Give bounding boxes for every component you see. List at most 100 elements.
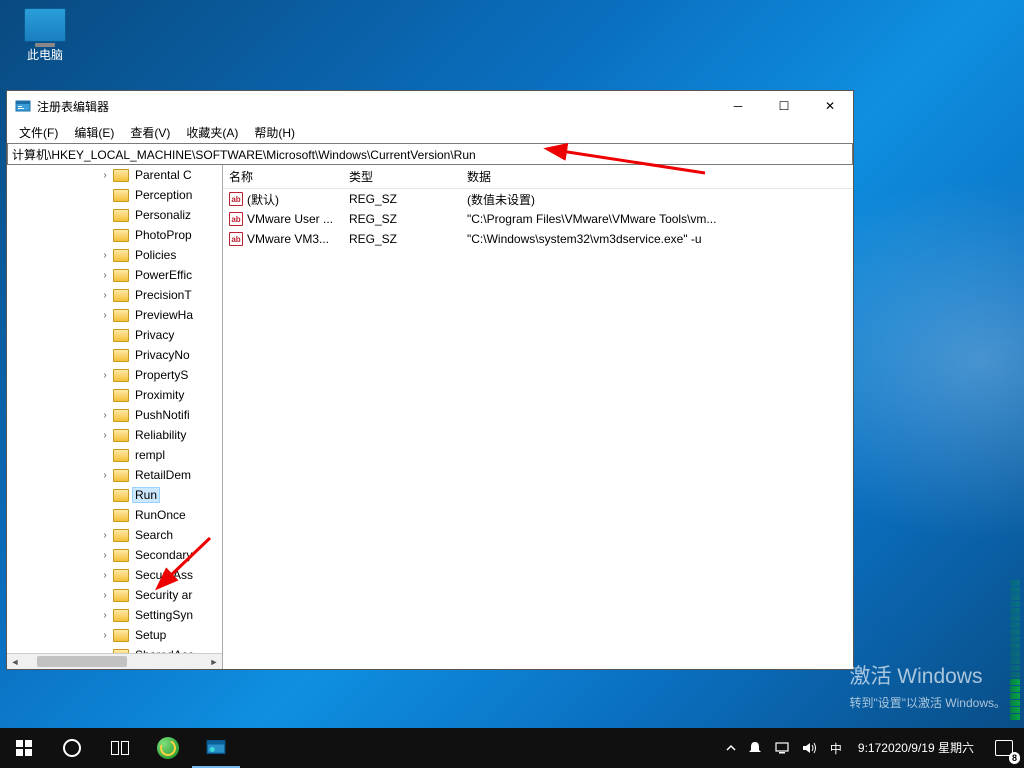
clock-date: 2020/9/19 星期六	[881, 741, 974, 756]
tree-item-label: Policies	[133, 248, 178, 262]
folder-icon	[113, 469, 129, 482]
tree-item-propertys[interactable]: ›PropertyS	[7, 365, 222, 385]
tree-item-run[interactable]: Run	[7, 485, 222, 505]
taskbar-app-regedit[interactable]	[192, 728, 240, 768]
titlebar[interactable]: 注册表编辑器 ─ ☐ ✕	[7, 91, 853, 121]
tree-item-rempl[interactable]: rempl	[7, 445, 222, 465]
tree-item-label: Perception	[133, 188, 194, 202]
expander-icon[interactable]: ›	[99, 290, 111, 301]
scroll-thumb[interactable]	[37, 656, 127, 667]
tree-item-setup[interactable]: ›Setup	[7, 625, 222, 645]
tree-item-secureass[interactable]: ›SecureAss	[7, 565, 222, 585]
content-area: ›Parental C Perception Personaliz PhotoProp…	[7, 165, 853, 669]
tree-item-perception[interactable]: Perception	[7, 185, 222, 205]
tree-item-personaliz[interactable]: Personaliz	[7, 205, 222, 225]
start-button[interactable]	[0, 728, 48, 768]
string-value-icon: ab	[229, 212, 243, 226]
tree-item-search[interactable]: ›Search	[7, 525, 222, 545]
menu-edit[interactable]: 编辑(E)	[66, 122, 122, 143]
tray-ime-indicator[interactable]: 中	[824, 728, 848, 768]
expander-icon[interactable]: ›	[99, 590, 111, 601]
tree-item-label: PhotoProp	[133, 228, 194, 242]
value-name-cell: abVMware User ...	[223, 212, 343, 226]
column-header-data[interactable]: 数据	[461, 168, 853, 185]
tray-overflow-button[interactable]	[720, 728, 742, 768]
action-center-button[interactable]: 8	[984, 728, 1024, 768]
folder-icon	[113, 429, 129, 442]
tree-item-sharedacc[interactable]: ›SharedAcc	[7, 645, 222, 653]
tree-item-secondary[interactable]: ›Secondary	[7, 545, 222, 565]
address-text: 计算机\HKEY_LOCAL_MACHINE\SOFTWARE\Microsof…	[12, 146, 476, 163]
tree-item-powereffic[interactable]: ›PowerEffic	[7, 265, 222, 285]
scroll-left-arrow[interactable]: ◄	[7, 654, 23, 669]
folder-icon	[113, 509, 129, 522]
desktop-icon-this-pc[interactable]: 此电脑	[10, 8, 80, 63]
tree-item-policies[interactable]: › Policies	[7, 245, 222, 265]
desktop-icon-label: 此电脑	[10, 46, 80, 63]
tray-notifications-icon[interactable]	[742, 728, 768, 768]
tray-clock[interactable]: 9:17 2020/9/19 星期六	[848, 728, 984, 768]
menu-file[interactable]: 文件(F)	[11, 122, 66, 143]
tray-network-icon[interactable]	[768, 728, 796, 768]
tree-item-precisiont[interactable]: ›PrecisionT	[7, 285, 222, 305]
expander-icon[interactable]: ›	[99, 570, 111, 581]
tree-item-runonce[interactable]: RunOnce	[7, 505, 222, 525]
tree-item-proximity[interactable]: Proximity	[7, 385, 222, 405]
expander-icon[interactable]: ›	[99, 630, 111, 641]
tray-volume-icon[interactable]	[796, 728, 824, 768]
expander-icon[interactable]: ›	[99, 550, 111, 561]
tree-item-security-ar[interactable]: ›Security ar	[7, 585, 222, 605]
expander-icon[interactable]: ›	[99, 470, 111, 481]
tree-item-parental-c[interactable]: ›Parental C	[7, 165, 222, 185]
expander-icon[interactable]: ›	[99, 530, 111, 541]
column-header-type[interactable]: 类型	[343, 168, 461, 185]
expander-icon[interactable]: ›	[99, 170, 111, 181]
folder-icon	[113, 329, 129, 342]
menu-view[interactable]: 查看(V)	[122, 122, 178, 143]
tree-item-retaildem[interactable]: › RetailDem	[7, 465, 222, 485]
menu-help[interactable]: 帮助(H)	[246, 122, 303, 143]
tree-item-reliability[interactable]: ›Reliability	[7, 425, 222, 445]
registry-value-row[interactable]: abVMware User ...REG_SZ"C:\Program Files…	[223, 209, 853, 229]
value-name-cell: ab(默认)	[223, 191, 343, 208]
taskbar: 中 9:17 2020/9/19 星期六 8	[0, 728, 1024, 768]
expander-icon[interactable]: ›	[99, 610, 111, 621]
task-view-button[interactable]	[96, 728, 144, 768]
tree-pane[interactable]: ›Parental C Perception Personaliz PhotoProp…	[7, 165, 223, 669]
tree-item-previewha[interactable]: ›PreviewHa	[7, 305, 222, 325]
taskbar-app-ie[interactable]	[144, 728, 192, 768]
address-bar[interactable]: 计算机\HKEY_LOCAL_MACHINE\SOFTWARE\Microsof…	[7, 143, 853, 165]
menu-favorites[interactable]: 收藏夹(A)	[178, 122, 246, 143]
window-title: 注册表编辑器	[37, 98, 715, 115]
tree-item-label: Privacy	[133, 328, 176, 342]
expander-icon[interactable]: ›	[99, 270, 111, 281]
tree-item-privacy[interactable]: Privacy	[7, 325, 222, 345]
tree-item-settingsyn[interactable]: ›SettingSyn	[7, 605, 222, 625]
registry-value-row[interactable]: abVMware VM3...REG_SZ"C:\Windows\system3…	[223, 229, 853, 249]
column-header-name[interactable]: 名称	[223, 168, 343, 185]
tree-item-photoprop[interactable]: PhotoProp	[7, 225, 222, 245]
tree-item-pushnotifi[interactable]: ›PushNotifi	[7, 405, 222, 425]
tree-item-privacyno[interactable]: PrivacyNo	[7, 345, 222, 365]
system-tray: 中 9:17 2020/9/19 星期六 8	[720, 728, 1024, 768]
tree-item-label: RetailDem	[133, 468, 193, 482]
minimize-button[interactable]: ─	[715, 91, 761, 121]
expander-icon[interactable]: ›	[99, 430, 111, 441]
expander-icon[interactable]: ›	[99, 250, 111, 261]
folder-icon	[113, 389, 129, 402]
expander-icon[interactable]: ›	[99, 370, 111, 381]
scroll-right-arrow[interactable]: ►	[206, 654, 222, 669]
registry-value-row[interactable]: ab(默认)REG_SZ(数值未设置)	[223, 189, 853, 209]
value-type-cell: REG_SZ	[343, 192, 461, 206]
activation-watermark: 激活 Windows 转到"设置"以激活 Windows。	[849, 661, 1006, 713]
expander-icon[interactable]: ›	[99, 310, 111, 321]
tree-horizontal-scrollbar[interactable]: ◄ ►	[7, 653, 222, 669]
internet-explorer-icon	[157, 737, 179, 759]
close-button[interactable]: ✕	[807, 91, 853, 121]
cortana-button[interactable]	[48, 728, 96, 768]
maximize-button[interactable]: ☐	[761, 91, 807, 121]
list-pane[interactable]: 名称 类型 数据 ab(默认)REG_SZ(数值未设置)abVMware Use…	[223, 165, 853, 669]
folder-icon	[113, 589, 129, 602]
folder-icon	[113, 489, 129, 502]
expander-icon[interactable]: ›	[99, 410, 111, 421]
